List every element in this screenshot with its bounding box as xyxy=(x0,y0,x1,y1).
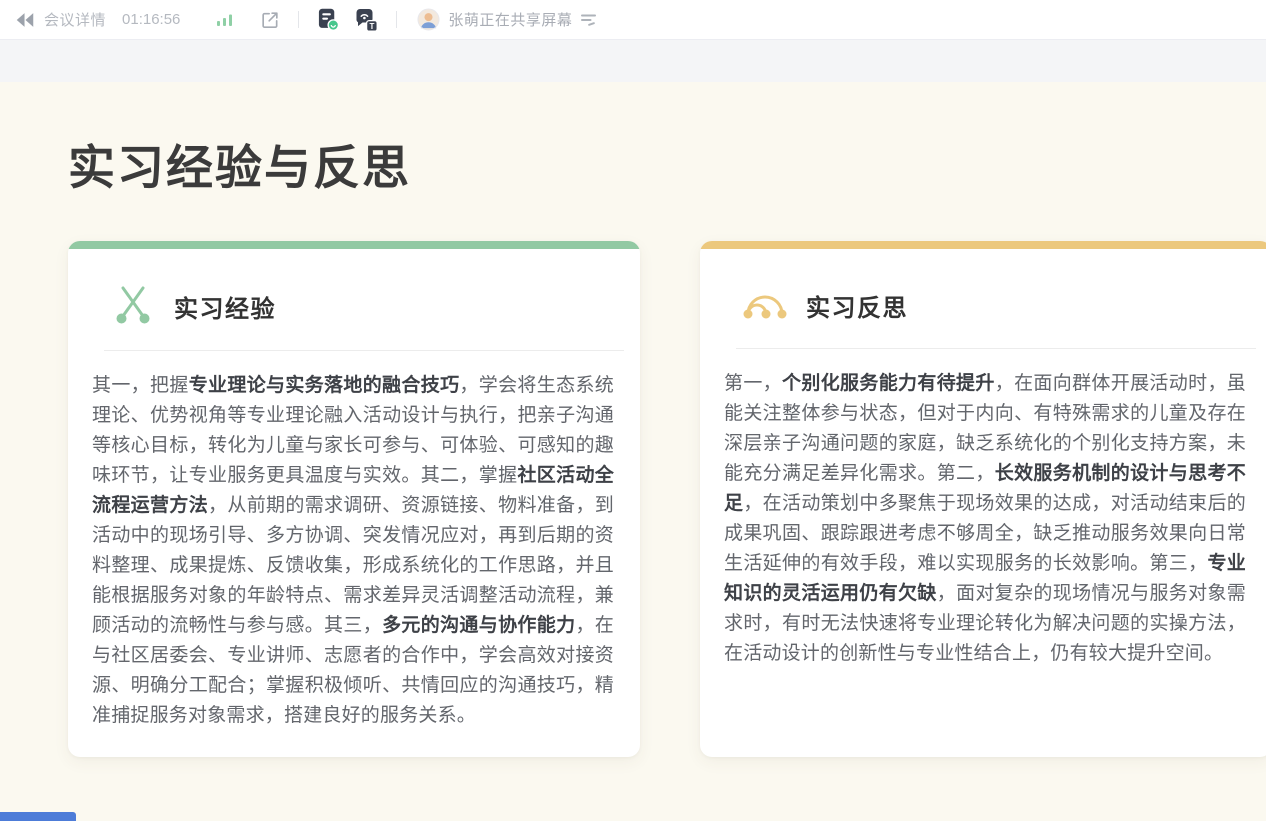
experience-card: 实习经验 其一，把握专业理论与实务落地的融合技巧，学会将生态系统理论、优势视角等… xyxy=(68,241,640,757)
presenter-sharing-status: 张萌正在共享屏幕 xyxy=(448,9,572,30)
card-heading: 实习反思 xyxy=(806,288,908,323)
shared-slide: 实习经验与反思 实习经验 其一，把握专业理论与实 xyxy=(0,82,1266,820)
meeting-top-bar: 会议详情 01:16:56 xyxy=(0,0,1266,40)
cards-row: 实习经验 其一，把握专业理论与实务落地的融合技巧，学会将生态系统理论、优势视角等… xyxy=(68,241,1266,757)
card-header-divider xyxy=(104,350,624,351)
content-gutter xyxy=(0,40,1266,82)
meeting-timer: 01:16:56 xyxy=(122,11,180,28)
toolbar-divider xyxy=(396,11,397,28)
translate-caption-icon[interactable]: T xyxy=(354,8,378,32)
double-back-arrows-icon xyxy=(14,9,36,31)
svg-text:T: T xyxy=(370,21,375,30)
card-header: 实习反思 xyxy=(700,249,1266,330)
doc-record-icon[interactable] xyxy=(317,8,340,31)
next-slide-peek xyxy=(0,812,76,821)
collapse-lines-icon[interactable] xyxy=(580,13,598,27)
open-external-icon[interactable] xyxy=(260,10,280,30)
app-window: 会议详情 01:16:56 xyxy=(0,0,1266,820)
toolbar-divider xyxy=(298,11,299,28)
card-body-text: 其一，把握专业理论与实务落地的融合技巧，学会将生态系统理论、优势视角等专业理论融… xyxy=(68,371,640,731)
card-header-divider xyxy=(736,348,1256,349)
presenter-avatar xyxy=(417,8,440,31)
card-body-text: 第一，个别化服务能力有待提升，在面向群体开展活动时，虽能关注整体参与状态，但对于… xyxy=(700,369,1266,669)
network-signal-icon[interactable] xyxy=(216,12,234,27)
meeting-detail-button[interactable]: 会议详情 xyxy=(44,9,106,30)
arc-path-icon xyxy=(742,281,788,330)
card-accent-bar-green xyxy=(68,241,640,249)
card-header: 实习经验 xyxy=(68,249,640,332)
reflection-card: 实习反思 第一，个别化服务能力有待提升，在面向群体开展活动时，虽能关注整体参与状… xyxy=(700,241,1266,757)
crossed-golf-clubs-icon xyxy=(110,281,156,332)
card-accent-bar-yellow xyxy=(700,241,1266,249)
slide-title: 实习经验与反思 xyxy=(68,82,1266,195)
card-heading: 实习经验 xyxy=(174,289,276,324)
